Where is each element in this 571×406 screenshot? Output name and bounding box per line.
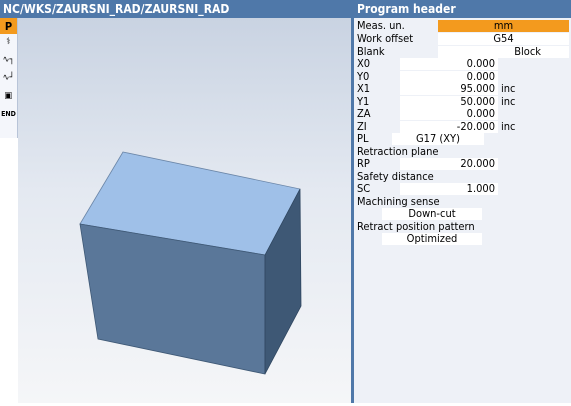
rp-row: RP 20.000 — [354, 158, 571, 170]
sc-label: SC — [357, 182, 371, 195]
sinumerik-program-header-screen: NC/WKS/ZAURSNI_RAD/ZAURSNI_RAD Program h… — [0, 0, 571, 403]
program-header-icon[interactable]: P — [0, 18, 17, 34]
rp-label: RP — [357, 157, 370, 170]
x1-label: X1 — [357, 82, 371, 95]
x0-row: X0 0.000 — [354, 58, 571, 70]
za-label: ZA — [357, 107, 371, 120]
pl-row: PL G17 (XY) — [354, 133, 571, 145]
work-offset-row: Work offset G54 — [354, 33, 571, 45]
panel-title: Program header — [352, 0, 571, 18]
sc-field[interactable]: 1.000 — [400, 183, 498, 195]
zi-row: ZI -20.000 inc — [354, 121, 571, 133]
x0-field[interactable]: 0.000 — [400, 58, 498, 70]
za-field[interactable]: 0.000 — [400, 108, 498, 120]
x0-label: X0 — [357, 57, 371, 70]
work-offset-label: Work offset — [357, 32, 414, 45]
machining-sense-row: Machining sense — [354, 196, 571, 208]
step-toolbar: P ⚕ ∿┐ ∿┘ ▣ END — [0, 18, 18, 138]
tool-icon[interactable]: ⚕ — [0, 34, 17, 50]
blank-field[interactable]: Block — [438, 46, 569, 58]
safety-distance-row: Safety distance — [354, 171, 571, 183]
y1-row: Y1 50.000 inc — [354, 96, 571, 108]
zi-unit: inc — [501, 120, 516, 133]
meas-unit-field[interactable]: mm — [438, 20, 569, 32]
parameter-panel: Meas. un. mm Work offset G54 Blank Block… — [354, 18, 571, 403]
retract-pattern-value-row: Optimized — [354, 233, 571, 245]
x1-row: X1 95.000 inc — [354, 83, 571, 95]
cycle-icon[interactable]: ▣ — [0, 88, 17, 104]
pl-field[interactable]: G17 (XY) — [392, 133, 484, 145]
machining-sense-field[interactable]: Down-cut — [382, 208, 482, 220]
x1-field[interactable]: 95.000 — [400, 83, 498, 95]
retract-pattern-field[interactable]: Optimized — [382, 233, 482, 245]
blank-row: Blank Block — [354, 46, 571, 58]
sc-row: SC 1.000 — [354, 183, 571, 195]
program-path-title: NC/WKS/ZAURSNI_RAD/ZAURSNI_RAD — [0, 0, 352, 18]
y1-unit: inc — [501, 95, 516, 108]
pl-label: PL — [357, 132, 369, 145]
end-icon[interactable]: END — [0, 106, 17, 122]
meas-unit-label: Meas. un. — [357, 19, 405, 32]
blank-block-3d — [79, 151, 302, 375]
work-offset-field[interactable]: G54 — [438, 33, 569, 45]
meas-unit-row: Meas. un. mm — [354, 20, 571, 32]
contour-icon[interactable]: ∿┐ — [0, 52, 17, 68]
retract-pattern-row: Retract position pattern — [354, 221, 571, 233]
machining-sense-value-row: Down-cut — [354, 208, 571, 220]
za-row: ZA 0.000 — [354, 108, 571, 120]
rp-field[interactable]: 20.000 — [400, 158, 498, 170]
x1-unit: inc — [501, 82, 516, 95]
contour-call-icon[interactable]: ∿┘ — [0, 70, 17, 86]
blank-preview-graphic — [18, 18, 351, 403]
